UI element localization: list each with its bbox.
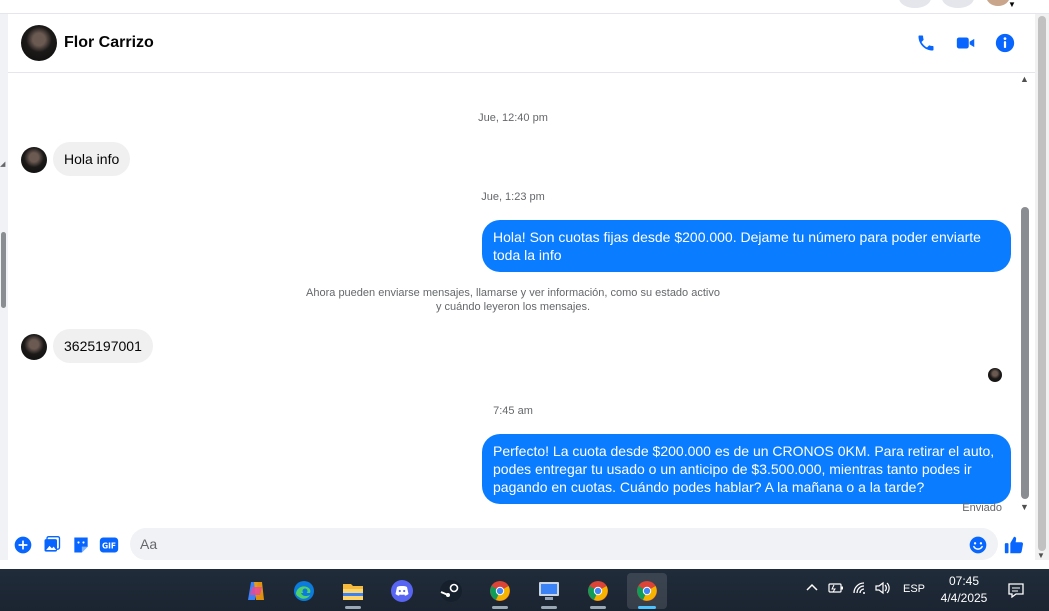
privacy-notice: Ahora pueden enviarse mensajes, llamarse…	[298, 286, 728, 314]
message-list: Jue, 12:40 pm Hola info Jue, 1:23 pm Hol…	[8, 74, 1018, 520]
sticker-icon[interactable]	[70, 534, 92, 556]
chat-header: Flor Carrizo	[8, 14, 1035, 73]
incoming-message[interactable]: Hola info	[53, 142, 131, 176]
edge-icon[interactable]	[284, 573, 324, 609]
page-scroll-down-icon[interactable]: ▼	[1037, 551, 1045, 560]
composer-bar: GIF	[8, 520, 1035, 568]
incoming-message[interactable]: 3625197001	[53, 329, 153, 363]
plus-circle-icon[interactable]	[12, 534, 34, 556]
sender-avatar[interactable]	[21, 334, 47, 360]
svg-text:GIF: GIF	[102, 541, 116, 550]
message-input[interactable]	[130, 528, 998, 560]
discord-icon[interactable]	[382, 573, 422, 609]
volume-icon[interactable]	[874, 581, 892, 598]
chrome-icon[interactable]	[627, 573, 667, 609]
wifi-icon[interactable]	[852, 581, 868, 598]
file-explorer-icon[interactable]	[333, 573, 373, 609]
gif-icon[interactable]: GIF	[98, 534, 120, 556]
top-strip: ▼	[0, 0, 1049, 14]
page-scroll-thumb[interactable]	[1038, 16, 1046, 551]
photo-icon[interactable]	[41, 534, 63, 556]
timestamp: Jue, 12:40 pm	[478, 112, 548, 124]
emoji-icon[interactable]	[967, 534, 989, 556]
left-scroll-handle[interactable]	[1, 232, 6, 308]
account-avatar[interactable]	[986, 0, 1010, 6]
battery-icon[interactable]	[827, 581, 845, 598]
top-menu-button[interactable]	[899, 0, 931, 8]
message-status: Enviado	[962, 502, 1002, 514]
thumbs-up-icon[interactable]	[1003, 534, 1025, 556]
scroll-up-icon[interactable]: ▲	[1020, 74, 1029, 84]
contact-avatar[interactable]	[21, 25, 57, 61]
phone-icon[interactable]	[914, 31, 938, 55]
language-indicator[interactable]: ESP	[903, 583, 925, 595]
outgoing-message[interactable]: Hola! Son cuotas fijas desde $200.000. D…	[482, 220, 1011, 272]
timestamp: 7:45 am	[493, 405, 533, 417]
timestamp: Jue, 1:23 pm	[481, 191, 545, 203]
app-running-indicator	[638, 606, 656, 609]
system-clock[interactable]: 07:45 4/4/2025	[930, 573, 998, 607]
notice-line: Ahora pueden enviarse mensajes, llamarse…	[306, 287, 720, 299]
scroll-down-icon[interactable]: ▼	[1020, 502, 1029, 512]
notification-icon[interactable]	[1007, 582, 1025, 601]
taskbar: ESP 07:45 4/4/2025	[0, 569, 1049, 611]
sender-avatar[interactable]	[21, 147, 47, 173]
video-camera-icon[interactable]	[954, 31, 978, 55]
read-receipt-avatar	[988, 368, 1002, 382]
chat-scroll-thumb[interactable]	[1021, 207, 1029, 499]
info-icon[interactable]	[993, 31, 1017, 55]
chrome-icon[interactable]	[480, 573, 520, 609]
app-running-indicator	[541, 606, 557, 609]
chrome-icon[interactable]	[578, 573, 618, 609]
top-notifications-button[interactable]	[942, 0, 974, 8]
clock-date: 4/4/2025	[940, 591, 988, 605]
notice-line: y cuándo leyeron los mensajes.	[435, 301, 591, 313]
app-running-indicator	[590, 606, 606, 609]
contact-name[interactable]: Flor Carrizo	[64, 34, 154, 52]
copilot-icon[interactable]	[236, 573, 276, 609]
clock-time: 07:45	[948, 574, 980, 588]
outgoing-message[interactable]: Perfecto! La cuota desde $200.000 es de …	[482, 434, 1011, 504]
left-arrow-icon: ◢	[0, 161, 6, 168]
chevron-up-icon[interactable]	[805, 581, 819, 598]
steam-icon[interactable]	[431, 573, 471, 609]
app-running-indicator	[492, 606, 508, 609]
network-tool-icon[interactable]	[529, 573, 569, 609]
account-caret-icon[interactable]: ▼	[1008, 0, 1016, 9]
app-running-indicator	[345, 606, 361, 609]
